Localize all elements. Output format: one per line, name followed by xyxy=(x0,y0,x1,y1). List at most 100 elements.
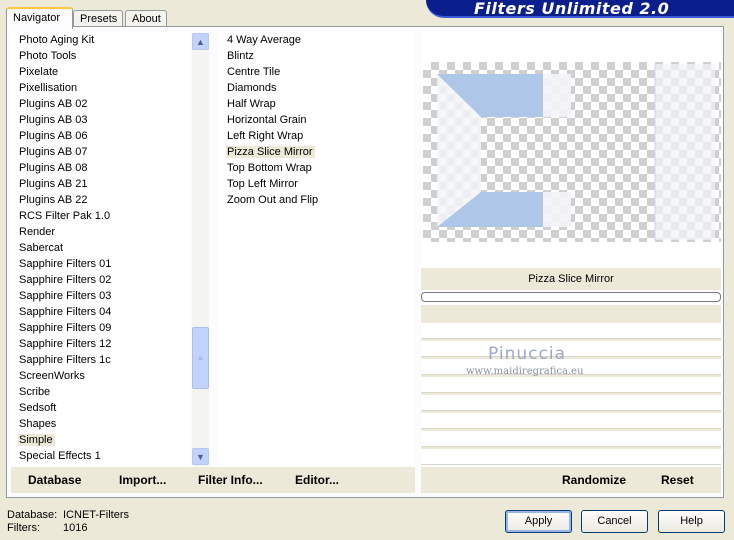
category-item-label: Plugins AB 02 xyxy=(19,98,88,110)
category-item[interactable]: Simple xyxy=(11,432,191,448)
category-item[interactable]: Sapphire Filters 12 xyxy=(11,336,191,352)
filter-item-label: Half Wrap xyxy=(227,98,276,110)
category-item[interactable]: RCS Filter Pak 1.0 xyxy=(11,208,191,224)
category-item[interactable]: Sapphire Filters 01 xyxy=(11,256,191,272)
category-item[interactable]: Plugins AB 21 xyxy=(11,176,191,192)
reset-button[interactable]: Reset xyxy=(661,473,694,487)
category-item[interactable]: Pixellisation xyxy=(11,80,191,96)
cancel-button[interactable]: Cancel xyxy=(581,510,648,533)
param-row xyxy=(421,323,721,339)
category-item[interactable]: Special Effects 1 xyxy=(11,448,191,464)
category-item-label: RCS Filter Pak 1.0 xyxy=(19,210,111,222)
filter-item[interactable]: 4 Way Average xyxy=(219,32,415,48)
category-item-label: Plugins AB 06 xyxy=(19,130,88,142)
filter-item[interactable]: Zoom Out and Flip xyxy=(219,192,415,208)
editor-button[interactable]: Editor... xyxy=(295,473,339,487)
current-filter-name: Pizza Slice Mirror xyxy=(421,268,721,290)
filter-info-button[interactable]: Filter Info... xyxy=(198,473,263,487)
param-row xyxy=(421,449,721,465)
category-item-label: Render xyxy=(19,226,56,238)
category-item-label: Simple xyxy=(18,434,55,446)
right-footer-bar: Randomize Reset xyxy=(421,467,721,493)
param-row xyxy=(421,377,721,393)
filter-item-label: Top Bottom Wrap xyxy=(227,162,312,174)
watermark-site: www.maidiregrafica.eu xyxy=(466,366,584,377)
category-item[interactable]: Render xyxy=(11,224,191,240)
category-item-label: Sabercat xyxy=(19,242,64,254)
filter-item[interactable]: Top Left Mirror xyxy=(219,176,415,192)
category-item[interactable]: Plugins AB 08 xyxy=(11,160,191,176)
scroll-down-button[interactable]: ▼ xyxy=(192,448,209,465)
help-button[interactable]: Help xyxy=(658,510,725,533)
apply-button[interactable]: Apply xyxy=(505,510,572,533)
category-item-label: Plugins AB 22 xyxy=(19,194,88,206)
tab-navigator[interactable]: Navigator xyxy=(6,7,73,29)
filter-item[interactable]: Horizontal Grain xyxy=(219,112,415,128)
category-item[interactable]: Plugins AB 07 xyxy=(11,144,191,160)
randomize-button[interactable]: Randomize xyxy=(562,473,626,487)
category-item[interactable]: Plugins AB 02 xyxy=(11,96,191,112)
category-item[interactable]: ScreenWorks xyxy=(11,368,191,384)
scroll-thumb[interactable]: ≡ xyxy=(192,327,209,389)
category-item[interactable]: Plugins AB 22 xyxy=(11,192,191,208)
category-item[interactable]: Pixelate xyxy=(11,64,191,80)
category-item-label: Plugins AB 03 xyxy=(19,114,88,126)
category-item-label: Sedsoft xyxy=(19,402,57,414)
category-list[interactable]: Photo Aging Kit Photo Tools Pixelate Pixell… xyxy=(11,32,191,466)
filter-item[interactable]: Half Wrap xyxy=(219,96,415,112)
category-item-label: Pixelate xyxy=(19,66,59,78)
category-item[interactable]: Sedsoft xyxy=(11,400,191,416)
category-item-label: Plugins AB 21 xyxy=(19,178,88,190)
filter-item-label: Horizontal Grain xyxy=(227,114,307,126)
database-button[interactable]: Database xyxy=(28,473,81,487)
filter-list[interactable]: 4 Way Average Blintz Centre Tile Diamonds Ha… xyxy=(219,32,415,466)
filters-label: Filters: xyxy=(7,522,40,534)
category-item-label: Photo Aging Kit xyxy=(19,34,95,46)
category-item-label: Photo Tools xyxy=(19,50,77,62)
preview-image xyxy=(423,62,721,242)
param-row xyxy=(421,431,721,447)
filter-item-label: Centre Tile xyxy=(227,66,281,78)
filter-item[interactable]: Pizza Slice Mirror xyxy=(219,144,415,160)
category-item[interactable]: Photo Aging Kit xyxy=(11,32,191,48)
filter-item[interactable]: Top Bottom Wrap xyxy=(219,160,415,176)
category-item-label: ScreenWorks xyxy=(19,370,85,382)
category-item[interactable]: Plugins AB 06 xyxy=(11,128,191,144)
category-item[interactable]: Sapphire Filters 02 xyxy=(11,272,191,288)
param-row xyxy=(421,395,721,411)
category-item[interactable]: Sapphire Filters 1c xyxy=(11,352,191,368)
category-item[interactable]: Photo Tools xyxy=(11,48,191,64)
category-scrollbar[interactable]: ▲ ≡ ▼ xyxy=(192,33,209,466)
app-title: Filters Unlimited 2.0 xyxy=(474,0,670,18)
category-item-label: Sapphire Filters 1c xyxy=(19,354,111,366)
filter-item-label: Blintz xyxy=(227,50,254,62)
list-footer-bar: Database Import... Filter Info... Editor… xyxy=(11,467,415,493)
database-value: ICNET-Filters xyxy=(63,509,129,521)
database-label: Database: xyxy=(7,509,58,521)
category-item[interactable]: Plugins AB 03 xyxy=(11,112,191,128)
filter-item[interactable]: Diamonds xyxy=(219,80,415,96)
watermark-name: Pinuccia xyxy=(488,344,566,364)
filter-item[interactable]: Blintz xyxy=(219,48,415,64)
category-item[interactable]: Scribe xyxy=(11,384,191,400)
category-item[interactable]: Sapphire Filters 04 xyxy=(11,304,191,320)
category-item[interactable]: Sapphire Filters 03 xyxy=(11,288,191,304)
param-row xyxy=(421,341,721,357)
filter-item-label: Left Right Wrap xyxy=(227,130,304,142)
category-item[interactable]: Sapphire Filters 09 xyxy=(11,320,191,336)
parameter-area xyxy=(421,305,721,465)
filter-item[interactable]: Left Right Wrap xyxy=(219,128,415,144)
scroll-up-button[interactable]: ▲ xyxy=(192,33,209,50)
progress-bar xyxy=(421,292,721,302)
category-item[interactable]: Shapes xyxy=(11,416,191,432)
import-button[interactable]: Import... xyxy=(119,473,166,487)
category-item-label: Shapes xyxy=(19,418,57,430)
category-item-label: Sapphire Filters 12 xyxy=(19,338,112,350)
filter-item-label: 4 Way Average xyxy=(227,34,301,46)
preview-area xyxy=(421,32,721,268)
filter-item-label: Zoom Out and Flip xyxy=(227,194,319,206)
category-item-label: Special Effects 1 xyxy=(19,450,101,462)
category-item[interactable]: Sabercat xyxy=(11,240,191,256)
filter-item[interactable]: Centre Tile xyxy=(219,64,415,80)
filters-count: 1016 xyxy=(63,522,88,534)
